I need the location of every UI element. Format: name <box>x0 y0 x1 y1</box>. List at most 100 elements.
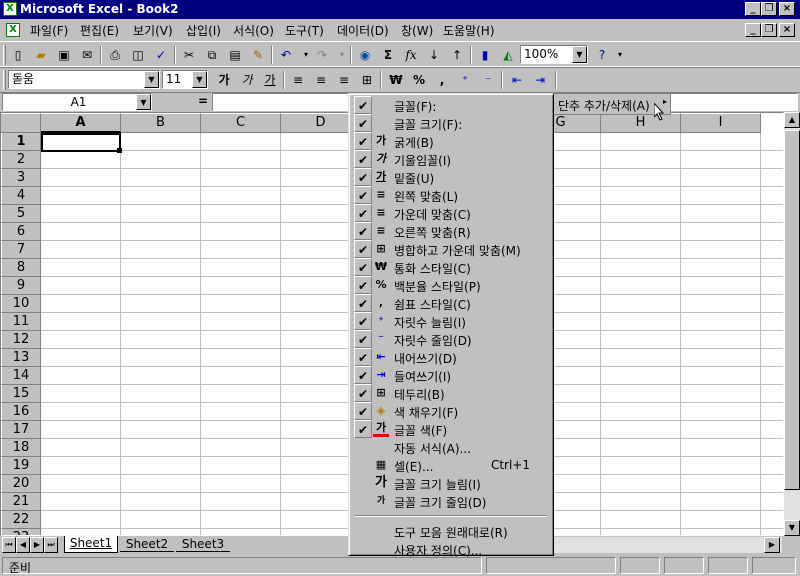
zoom-dropdown-icon[interactable]: ▼ <box>572 46 587 63</box>
menu-window[interactable]: 창(W) <box>401 22 433 39</box>
column-header[interactable]: H <box>601 113 681 133</box>
menu-item[interactable]: ✔ 가 글꼴 색(F) <box>352 420 550 438</box>
row-header[interactable]: 6 <box>1 223 41 241</box>
row-header[interactable]: 22 <box>1 511 41 529</box>
cut-icon[interactable]: ✂ <box>179 45 199 65</box>
sort-ascending-icon[interactable]: ↓ <box>424 45 444 65</box>
fill-handle[interactable] <box>117 148 122 153</box>
row-header[interactable]: 2 <box>1 151 41 169</box>
font-dropdown-icon[interactable]: ▼ <box>144 71 159 88</box>
menu-item[interactable]: ✔ ⇤ 내어쓰기(D) <box>352 348 550 366</box>
tab-sheet2[interactable]: Sheet2 <box>120 537 174 552</box>
menu-item[interactable]: ✔ 글꼴 크기(F): <box>352 114 550 132</box>
function-icon[interactable]: fx <box>401 45 421 65</box>
scroll-down-icon[interactable]: ▼ <box>784 520 800 536</box>
scroll-right-icon[interactable]: ▶ <box>764 537 780 553</box>
row-header[interactable]: 3 <box>1 169 41 187</box>
new-icon[interactable]: ▯ <box>8 45 28 65</box>
print-preview-icon[interactable]: ◫ <box>128 45 148 65</box>
select-all-corner[interactable] <box>1 113 41 133</box>
row-header[interactable]: 11 <box>1 313 41 331</box>
menu-item[interactable]: ✔ ≡ 왼쪽 맞춤(L) <box>352 186 550 204</box>
decrease-decimal-icon[interactable]: ⁻ <box>478 70 498 90</box>
menu-item[interactable]: ✔ ⁻ 자릿수 줄임(D) <box>352 330 550 348</box>
autosum-icon[interactable]: Σ <box>378 45 398 65</box>
menu-item[interactable]: ✔ ≡ 오른쪽 맞춤(R) <box>352 222 550 240</box>
doc-close-button[interactable]: × <box>779 23 795 37</box>
comma-icon[interactable]: , <box>432 70 452 90</box>
menu-item[interactable]: ✔ ≡ 가운데 맞춤(C) <box>352 204 550 222</box>
redo-dropdown-icon[interactable]: ▾ <box>332 45 352 65</box>
percent-icon[interactable]: % <box>409 70 429 90</box>
menu-item[interactable]: ✔ ⁺ 자릿수 늘림(I) <box>352 312 550 330</box>
bold-icon[interactable]: 가 <box>214 70 234 90</box>
outdent-icon[interactable]: ⇤ <box>507 70 527 90</box>
row-header[interactable]: 5 <box>1 205 41 223</box>
undo-icon[interactable]: ↶ <box>276 45 296 65</box>
drawing-icon[interactable]: ◭ <box>498 45 518 65</box>
active-cell[interactable] <box>41 133 121 152</box>
menu-format[interactable]: 서식(O) <box>233 22 274 39</box>
menu-item[interactable]: ✔ 가 밑줄(U) <box>352 168 550 186</box>
menu-edit[interactable]: 편집(E) <box>80 22 119 39</box>
menu-view[interactable]: 보기(V) <box>133 22 173 39</box>
sort-descending-icon[interactable]: ↑ <box>447 45 467 65</box>
italic-icon[interactable]: 가 <box>237 70 257 90</box>
vertical-scrollbar[interactable]: ▲ ▼ <box>784 112 800 536</box>
underline-icon[interactable]: 가 <box>260 70 280 90</box>
save-icon[interactable]: ▣ <box>54 45 74 65</box>
toolbar-grip[interactable] <box>3 70 6 90</box>
name-box[interactable]: A1 ▼ <box>2 93 152 111</box>
doc-restore-button[interactable]: ❐ <box>761 23 777 37</box>
align-center-icon[interactable]: ≡ <box>311 70 331 90</box>
menu-tools[interactable]: 도구(T) <box>285 22 324 39</box>
name-box-dropdown-icon[interactable]: ▼ <box>136 94 151 110</box>
align-right-icon[interactable]: ≡ <box>334 70 354 90</box>
currency-icon[interactable]: ₩ <box>386 70 406 90</box>
menu-item[interactable]: ✔ ◈ 색 채우기(F) <box>352 402 550 420</box>
row-header[interactable]: 12 <box>1 331 41 349</box>
paste-icon[interactable]: ▤ <box>225 45 245 65</box>
column-header[interactable]: B <box>121 113 201 133</box>
redo-icon[interactable]: ↷ <box>312 45 332 65</box>
menu-item[interactable]: ✔ ⊞ 테두리(B) <box>352 384 550 402</box>
menu-file[interactable]: 파일(F) <box>30 22 68 39</box>
first-sheet-icon[interactable]: ⏮ <box>2 537 16 553</box>
menu-help[interactable]: 도움말(H) <box>443 22 495 39</box>
toolbar-grip[interactable] <box>3 45 6 65</box>
column-header[interactable]: I <box>681 113 761 133</box>
row-header[interactable]: 4 <box>1 187 41 205</box>
last-sheet-icon[interactable]: ⏭ <box>44 537 58 553</box>
row-header[interactable]: 7 <box>1 241 41 259</box>
increase-decimal-icon[interactable]: ⁺ <box>455 70 475 90</box>
size-select[interactable]: 11 ▼ <box>162 70 208 89</box>
size-dropdown-icon[interactable]: ▼ <box>192 71 207 88</box>
scroll-up-icon[interactable]: ▲ <box>784 112 800 128</box>
menu-item[interactable]: ✔ ⇥ 들여쓰기(I) <box>352 366 550 384</box>
column-header[interactable]: A <box>41 113 121 133</box>
close-button[interactable]: × <box>779 2 795 16</box>
menu-item[interactable]: ✔ ₩ 통화 스타일(C) <box>352 258 550 276</box>
menu-insert[interactable]: 삽입(I) <box>186 22 221 39</box>
spelling-icon[interactable]: ✓ <box>151 45 171 65</box>
print-icon[interactable]: ⎙ <box>105 45 125 65</box>
row-header[interactable]: 13 <box>1 349 41 367</box>
format-painter-icon[interactable]: ✎ <box>248 45 268 65</box>
next-sheet-icon[interactable]: ▶ <box>30 537 44 553</box>
scroll-thumb[interactable] <box>784 130 800 490</box>
menu-item[interactable]: ✔ ⊞ 병합하고 가운데 맞춤(M) <box>352 240 550 258</box>
horizontal-scrollbar[interactable]: ▶ <box>550 537 782 553</box>
reset-toolbar-item[interactable]: 도구 모음 원래대로(R) <box>352 522 550 540</box>
column-header[interactable]: C <box>201 113 281 133</box>
row-header[interactable]: 8 <box>1 259 41 277</box>
row-header[interactable]: 19 <box>1 457 41 475</box>
restore-button[interactable]: ❐ <box>761 2 777 16</box>
minimize-button[interactable]: _ <box>745 2 761 16</box>
excel-icon[interactable]: X <box>3 2 17 16</box>
help-icon[interactable]: ? <box>592 45 612 65</box>
copy-icon[interactable]: ⧉ <box>202 45 222 65</box>
chart-wizard-icon[interactable]: ▮ <box>475 45 495 65</box>
font-select[interactable]: 돋움 ▼ <box>8 70 160 89</box>
toolbar-options-icon[interactable]: ▾ <box>610 45 630 65</box>
hyperlink-icon[interactable]: ◉ <box>355 45 375 65</box>
